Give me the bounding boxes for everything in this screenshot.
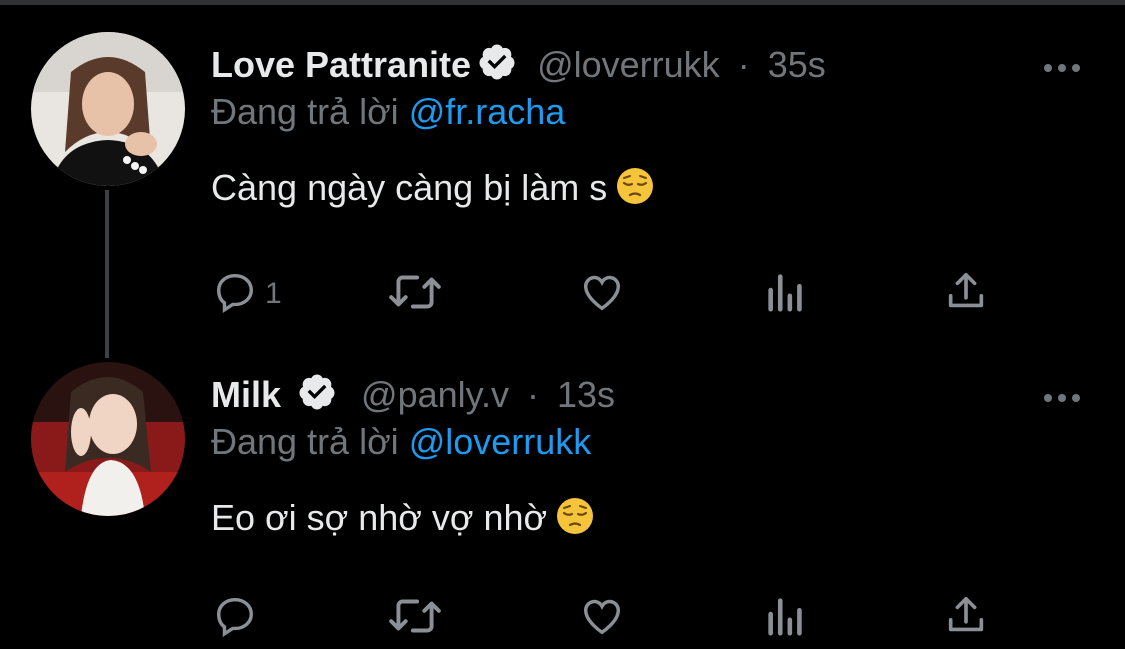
share-icon (942, 593, 990, 644)
reply-count: 1 (265, 277, 282, 310)
reply-mention[interactable]: @fr.racha (409, 91, 566, 132)
retweet-icon (386, 593, 444, 644)
separator-dot: · (737, 44, 750, 85)
views-icon (764, 269, 808, 320)
avatar[interactable] (31, 32, 185, 186)
timestamp[interactable]: 13s (557, 374, 615, 415)
tweet-header: Milk @panly.v · 13s (211, 372, 615, 422)
tweet[interactable]: Love Pattranite @loverrukk · 35s Đang tr… (0, 32, 1125, 332)
action-bar: 1 (211, 264, 1011, 324)
tweet-text: Càng ngày càng bị làm s (211, 166, 655, 216)
reply-button[interactable]: 1 (211, 264, 282, 324)
views-button[interactable] (764, 264, 808, 324)
share-button[interactable] (942, 588, 990, 648)
like-icon (578, 593, 626, 644)
user-handle[interactable]: @loverrukk (537, 44, 720, 85)
share-icon (942, 269, 990, 320)
like-icon (578, 269, 626, 320)
retweet-button[interactable] (386, 588, 444, 648)
tweet-text-content: Càng ngày càng bị làm s (211, 167, 608, 208)
like-button[interactable] (578, 588, 626, 648)
verified-badge-icon (297, 372, 337, 422)
reply-icon (211, 593, 259, 644)
separator-dot: · (526, 374, 539, 415)
retweet-icon (386, 269, 444, 320)
top-divider (0, 0, 1125, 5)
reply-prefix: Đang trả lời (211, 91, 399, 132)
timestamp[interactable]: 35s (768, 44, 826, 85)
more-icon[interactable] (1043, 60, 1081, 78)
display-name[interactable]: Milk (211, 374, 281, 415)
tweet-text-content: Eo ơi sợ nhờ vợ nhờ (211, 497, 548, 538)
share-button[interactable] (942, 264, 990, 324)
more-icon[interactable] (1043, 390, 1081, 408)
reply-context: Đang trả lời @loverrukk (211, 420, 591, 464)
avatar[interactable] (31, 362, 185, 516)
reply-button[interactable] (211, 588, 265, 648)
reply-icon (211, 269, 259, 320)
tweet-header: Love Pattranite @loverrukk · 35s (211, 42, 826, 92)
verified-badge-icon (477, 42, 517, 92)
action-bar (211, 588, 1011, 648)
reply-mention[interactable]: @loverrukk (409, 421, 592, 462)
like-button[interactable] (578, 264, 626, 324)
display-name[interactable]: Love Pattranite (211, 44, 471, 85)
avatar-photo (31, 32, 185, 186)
retweet-button[interactable] (386, 264, 444, 324)
user-handle[interactable]: @panly.v (361, 374, 509, 415)
reply-context: Đang trả lời @fr.racha (211, 90, 565, 134)
tweet-text: Eo ơi sợ nhờ vợ nhờ (211, 496, 595, 546)
avatar-photo (31, 362, 185, 516)
views-button[interactable] (764, 588, 808, 648)
pensive-face-icon (615, 166, 655, 216)
views-icon (764, 593, 808, 644)
tweet[interactable]: Milk @panly.v · 13s Đang trả lời @loverr… (0, 362, 1125, 649)
reply-prefix: Đang trả lời (211, 421, 399, 462)
pensive-face-icon (555, 496, 595, 546)
